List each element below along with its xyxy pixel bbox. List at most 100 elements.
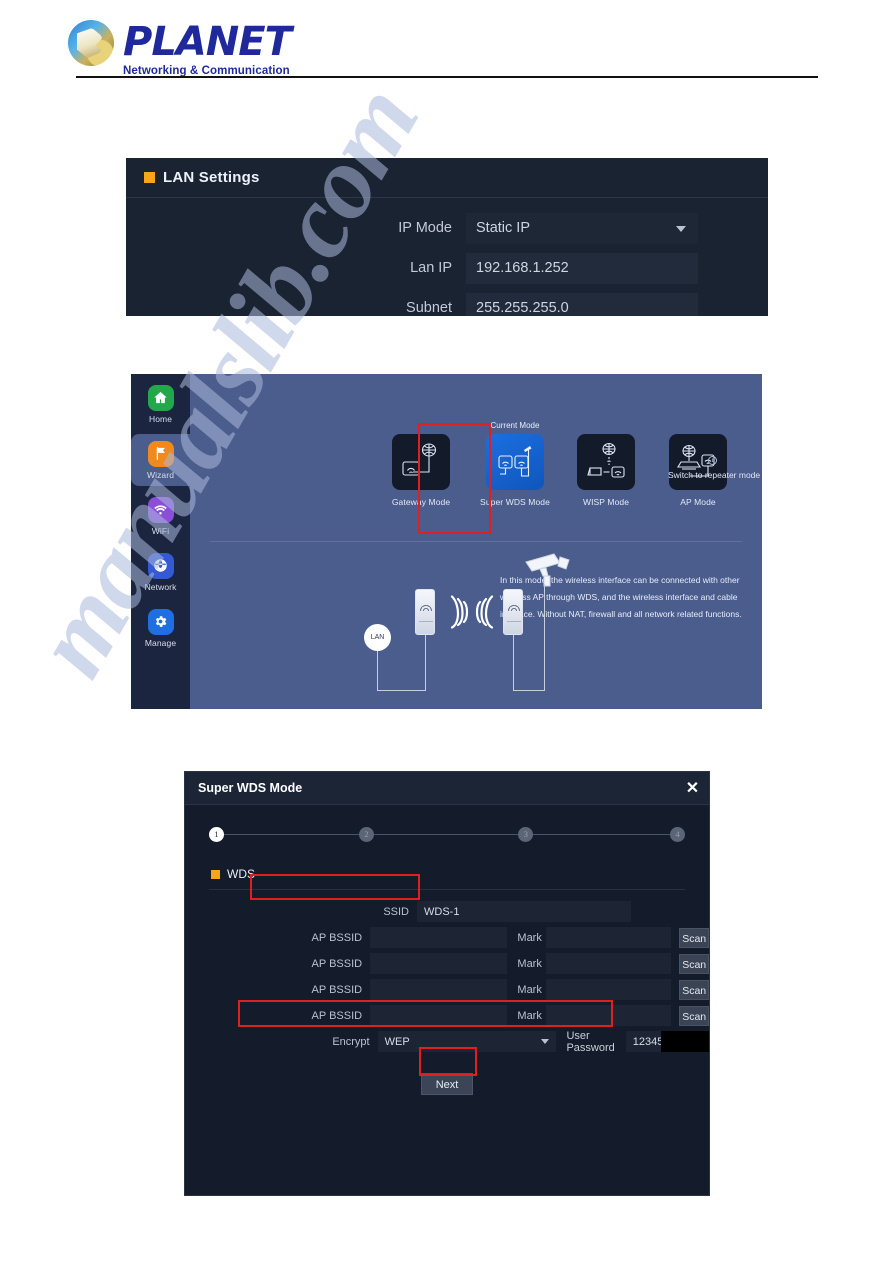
ap-bssid-label-2: AP BSSID (311, 957, 363, 970)
orange-square-marker-icon (144, 172, 155, 183)
ip-camera-icon (525, 553, 570, 587)
sidebar-item-manage-label: Manage (144, 637, 177, 648)
close-icon[interactable]: ✕ (676, 772, 709, 805)
password-redaction-overlay (661, 1031, 710, 1052)
wizard-content: Gateway Mode Current Mode Super WDS Mode… (190, 374, 762, 709)
mode-super-wds-label: Super WDS Mode (480, 497, 550, 507)
brand-text: PLANET Networking & Communication (123, 19, 292, 77)
ip-mode-select[interactable]: Static IP (466, 212, 698, 244)
gateway-mode-icon (392, 434, 450, 490)
page-root: PLANET Networking & Communication LAN Se… (0, 0, 893, 1263)
ap-bssid-input-4[interactable] (370, 1005, 508, 1026)
super-wds-mode-icon (486, 434, 544, 490)
scan-button-1[interactable]: Scan (679, 927, 709, 948)
mark-input-4[interactable] (545, 1005, 672, 1026)
wds-section-divider (209, 889, 685, 890)
form-row-bssid-4: AP BSSID Mark Scan (185, 1003, 709, 1028)
mark-label-1: Mark (517, 931, 542, 944)
subnet-value: 255.255.255.0 (476, 300, 569, 316)
globe-icon (147, 552, 174, 579)
scan-button-4[interactable]: Scan (679, 1005, 709, 1026)
form-row-bssid-1: AP BSSID Mark Scan (185, 925, 709, 950)
lan-settings-panel: LAN Settings IP Mode Static IP Lan IP 19… (126, 158, 768, 316)
encrypt-label: Encrypt (332, 1035, 370, 1048)
wizard-divider (210, 541, 742, 542)
lan-settings-title-bar: LAN Settings (126, 158, 768, 198)
ssid-label: SSID (383, 905, 409, 918)
mode-super-wds[interactable]: Current Mode Super WDS Mode (474, 421, 556, 509)
mode-gateway[interactable]: Gateway Mode (380, 434, 462, 509)
wire-cpe-left (425, 635, 426, 691)
super-wds-dialog: Super WDS Mode ✕ 1 2 3 4 WDS SSID WDS-1 … (184, 771, 710, 1196)
step-3[interactable]: 3 (518, 827, 534, 842)
lan-settings-title: LAN Settings (163, 169, 260, 186)
encrypt-select[interactable]: WEP (377, 1031, 557, 1052)
scan-button-3[interactable]: Scan (679, 979, 709, 1000)
user-password-label: User Password (566, 1029, 615, 1054)
user-password-value: 12345 (632, 1035, 664, 1048)
mark-input-2[interactable] (545, 953, 672, 974)
lan-ip-label: Lan IP (410, 260, 452, 276)
step-4[interactable]: 4 (670, 827, 685, 842)
sidebar-item-home-label: Home (148, 413, 173, 424)
cpe-device-right (503, 589, 523, 635)
subnet-label: Subnet (406, 300, 452, 316)
mode-diagram: In this mode, the wireless interface can… (190, 553, 762, 709)
mark-label-2: Mark (517, 957, 542, 970)
ap-mode-icon (669, 434, 727, 490)
mark-input-1[interactable] (545, 927, 672, 948)
ap-bssid-input-1[interactable] (370, 927, 508, 948)
info-icon[interactable]: i (708, 456, 717, 465)
sidebar-item-network[interactable]: Network (131, 546, 190, 598)
wire-camera-vertical (544, 584, 545, 691)
sidebar-item-network-label: Network (144, 581, 177, 592)
ap-bssid-input-3[interactable] (370, 979, 508, 1000)
ap-bssid-input-2[interactable] (370, 953, 508, 974)
sidebar-item-wifi[interactable]: WiFi (131, 490, 190, 542)
lan-ip-input[interactable]: 192.168.1.252 (466, 252, 698, 284)
wds-section-header: WDS (211, 867, 709, 881)
user-password-input[interactable]: 12345 (625, 1031, 710, 1052)
form-row-bssid-2: AP BSSID Mark Scan (185, 951, 709, 976)
cpe-device-left (415, 589, 435, 635)
header-divider (76, 76, 818, 78)
form-row-encrypt: Encrypt WEP User Password 12345 (185, 1029, 710, 1054)
sidebar-nav: Home Wizard WiFi Network Manage (131, 374, 190, 709)
sidebar-item-manage[interactable]: Manage (131, 602, 190, 654)
step-indicator: 1 2 3 4 (209, 827, 685, 843)
home-icon (147, 384, 174, 411)
mark-label-4: Mark (517, 1009, 542, 1022)
wireless-signal-icon (450, 595, 494, 629)
ap-bssid-label-1: AP BSSID (311, 931, 363, 944)
scan-button-2[interactable]: Scan (679, 953, 709, 974)
gear-icon (147, 608, 174, 635)
dialog-actions: Next (185, 1073, 709, 1095)
sidebar-item-wizard-label: Wizard (146, 469, 175, 480)
flag-icon (147, 440, 174, 467)
chevron-down-icon (676, 226, 686, 232)
dialog-header: Super WDS Mode ✕ (185, 772, 709, 805)
wds-section-title: WDS (227, 867, 255, 881)
sidebar-item-home[interactable]: Home (131, 378, 190, 430)
mode-ap-label: AP Mode (680, 497, 716, 507)
step-1[interactable]: 1 (209, 827, 224, 842)
repeater-mode-note: Switch to repeater mode (668, 470, 761, 480)
lan-row-subnet: Subnet 255.255.255.0 (126, 288, 768, 316)
ap-bssid-label-3: AP BSSID (311, 983, 363, 996)
wire-lan-horizontal (377, 690, 426, 691)
brand-logo: PLANET Networking & Communication (68, 14, 368, 77)
sidebar-item-wizard[interactable]: Wizard (131, 434, 190, 486)
step-2[interactable]: 2 (358, 827, 374, 842)
wifi-icon (147, 496, 174, 523)
mode-wisp[interactable]: WISP Mode (565, 434, 647, 509)
step-connector-line (217, 834, 677, 835)
next-button[interactable]: Next (421, 1073, 473, 1095)
lan-node-label: LAN (364, 624, 391, 651)
mode-wisp-label: WISP Mode (582, 497, 630, 507)
brand-name: PLANET (123, 19, 292, 65)
ap-bssid-label-4: AP BSSID (311, 1009, 363, 1022)
subnet-input[interactable]: 255.255.255.0 (466, 292, 698, 316)
wds-form: SSID WDS-1 AP BSSID Mark Scan AP BSSID M… (185, 899, 710, 1095)
ssid-input[interactable]: WDS-1 (417, 901, 631, 922)
mark-input-3[interactable] (545, 979, 672, 1000)
